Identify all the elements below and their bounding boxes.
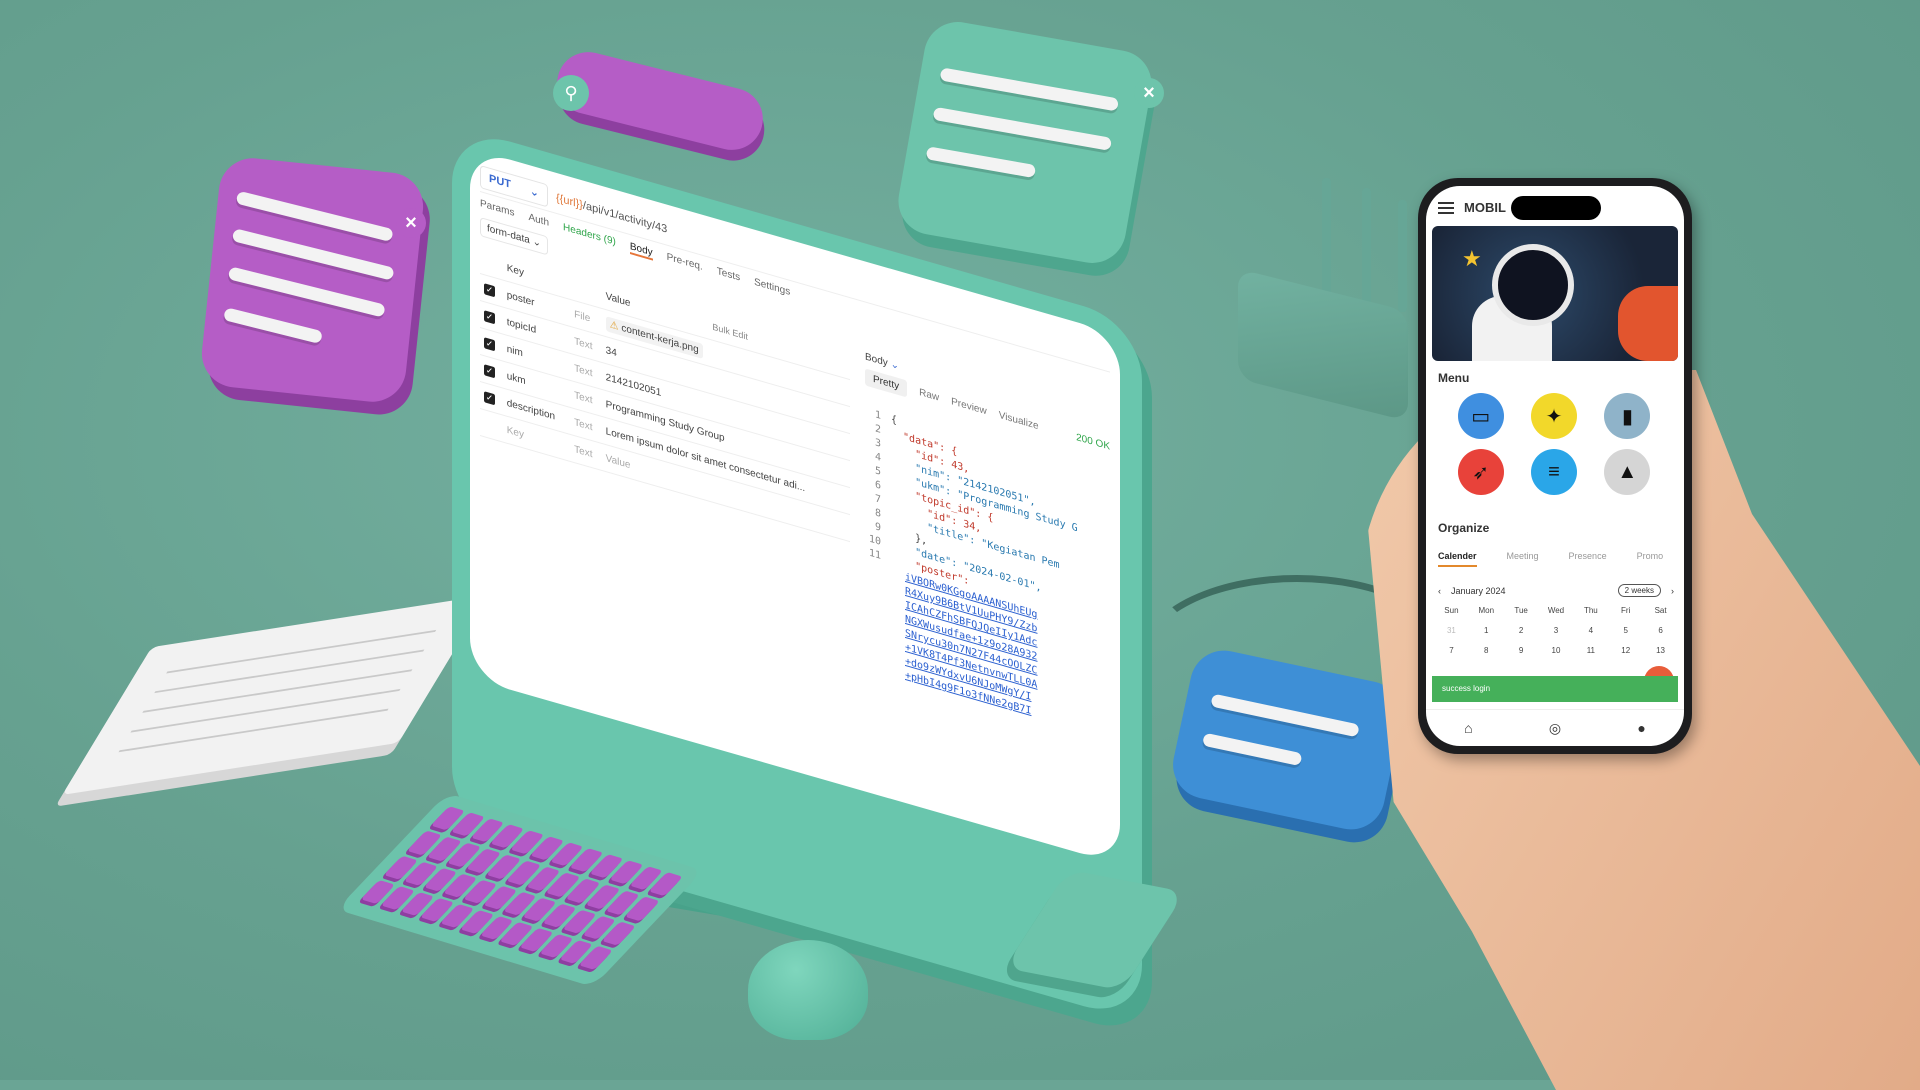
tab-visualize[interactable]: Visualize	[999, 410, 1039, 432]
sparkle-chart-icon[interactable]: ✦	[1530, 393, 1577, 439]
weekday-label: Thu	[1583, 606, 1598, 615]
monitor: PUT ⌄ {{url}}/api/v1/activity/43 Params …	[452, 125, 1142, 1023]
monitor-screen: PUT ⌄ {{url}}/api/v1/activity/43 Params …	[470, 148, 1120, 865]
app-title: MOBIL	[1464, 200, 1506, 215]
chevron-down-icon: ⌄	[890, 358, 899, 373]
organize-tabs: Calender Meeting Presence Promo	[1438, 551, 1663, 567]
router-antenna	[1398, 200, 1407, 312]
range-toggle[interactable]: 2 weeks	[1617, 584, 1661, 597]
weekday-label: Fri	[1621, 606, 1631, 615]
postman-app: PUT ⌄ {{url}}/api/v1/activity/43 Params …	[480, 161, 1110, 852]
chat-bubble-purple	[198, 154, 427, 406]
calendar-day[interactable]: 6	[1643, 626, 1678, 635]
weekday-label: Wed	[1547, 606, 1565, 615]
weekday-label: Tue	[1514, 606, 1528, 615]
tab-body[interactable]: Body	[629, 240, 653, 261]
person-icon[interactable]: ●	[1637, 720, 1645, 736]
router-antenna	[1362, 188, 1371, 308]
star-icon: ★	[1462, 246, 1482, 271]
row-checkbox[interactable]: ✓	[484, 282, 495, 297]
banner-image: ★	[1432, 226, 1678, 361]
calendar-day[interactable]: 10	[1539, 646, 1574, 655]
calendar-month: January 2024	[1451, 585, 1506, 596]
playlist-icon[interactable]: ≡	[1530, 449, 1577, 495]
calendar-header: ‹ January 2024 2 weeks ›	[1438, 584, 1674, 597]
app-bar: MOBIL	[1438, 200, 1506, 215]
chevron-down-icon: ⌄	[529, 184, 539, 200]
astronaut-helmet	[1492, 244, 1574, 326]
tab-tests[interactable]: Tests	[717, 266, 740, 286]
tab-preview[interactable]: Preview	[951, 396, 987, 417]
calendar-day[interactable]: 31	[1434, 626, 1469, 635]
tab-pre-req[interactable]: Pre-req.	[667, 252, 703, 275]
menu-grid: ▭ ✦ ▮ ➶ ≡ ▲	[1444, 393, 1664, 495]
tab-params[interactable]: Params	[480, 198, 514, 221]
calendar-day[interactable]: 3	[1539, 626, 1574, 635]
dynamic-island	[1511, 196, 1601, 220]
laptop-icon[interactable]: ▭	[1457, 393, 1504, 439]
row-checkbox[interactable]: ✓	[484, 336, 495, 351]
row-checkbox[interactable]: ✓	[484, 390, 495, 405]
calendar-day[interactable]: 9	[1504, 646, 1539, 655]
menu-title: Menu	[1438, 371, 1470, 385]
tab-raw[interactable]: Raw	[919, 387, 939, 404]
chevron-left-icon[interactable]: ‹	[1438, 586, 1441, 596]
row-checkbox[interactable]: ✓	[484, 363, 495, 378]
smartphone: MOBIL ★ Menu ▭ ✦ ▮ ➶ ≡ ▲ Organize Calend…	[1418, 178, 1692, 754]
search-icon: ⚲	[553, 75, 589, 111]
calendar-day[interactable]: 4	[1573, 626, 1608, 635]
row-checkbox[interactable]: ✓	[484, 309, 495, 324]
toast-message: success login	[1432, 676, 1678, 702]
phone-screen: MOBIL ★ Menu ▭ ✦ ▮ ➶ ≡ ▲ Organize Calend…	[1426, 186, 1684, 746]
mouse	[748, 940, 868, 1040]
close-icon: ×	[1134, 78, 1164, 108]
response-panel: Body ⌄ Pretty Raw Preview Visualize 200 …	[865, 351, 1110, 769]
weekday-label: Sun	[1444, 606, 1459, 615]
tab-auth[interactable]: Auth	[528, 212, 549, 231]
tab-settings[interactable]: Settings	[754, 277, 790, 300]
method-label: PUT	[489, 172, 511, 191]
calendar-day[interactable]: 2	[1504, 626, 1539, 635]
bottom-nav: ⌂ ◎ ●	[1426, 709, 1684, 746]
mountain-icon[interactable]: ▲	[1604, 449, 1651, 495]
planet-shape	[1618, 286, 1678, 361]
calendar-day[interactable]: 8	[1469, 646, 1504, 655]
home-icon[interactable]: ⌂	[1464, 720, 1472, 736]
tab-meeting[interactable]: Meeting	[1507, 551, 1539, 567]
calendar-day[interactable]: 5	[1608, 626, 1643, 635]
weekday-label: Sat	[1654, 606, 1667, 615]
response-label: Body	[865, 351, 888, 369]
tab-promo[interactable]: Promo	[1637, 551, 1664, 567]
chevron-down-icon: ⌄	[532, 236, 541, 250]
calendar-day[interactable]: 7	[1434, 646, 1469, 655]
url-variable: {{url}}	[556, 191, 583, 212]
organize-title: Organize	[1438, 521, 1490, 535]
tab-presence[interactable]: Presence	[1569, 551, 1607, 567]
tab-calender[interactable]: Calender	[1438, 551, 1477, 567]
book-icon[interactable]: ▮	[1604, 393, 1651, 439]
calendar-day[interactable]: 1	[1469, 626, 1504, 635]
calendar-grid: Sun Mon Tue Wed Thu Fri Sat 31 1 2 3 4 5…	[1434, 606, 1678, 655]
chevron-right-icon[interactable]: ›	[1671, 586, 1674, 596]
weekday-label: Mon	[1478, 606, 1495, 615]
response-code: 1{2 "data": {3 "id": 43, 4 "nim": "214210…	[865, 391, 1110, 769]
calendar-day[interactable]: 11	[1573, 646, 1608, 655]
router-antenna	[1322, 178, 1331, 303]
run-icon[interactable]: ➶	[1457, 449, 1504, 495]
calendar-day[interactable]: 13	[1643, 646, 1678, 655]
status-badge: 200 OK	[1076, 431, 1110, 453]
compass-icon[interactable]: ◎	[1549, 720, 1561, 737]
menu-icon[interactable]	[1438, 201, 1454, 214]
calendar-day[interactable]: 12	[1608, 646, 1643, 655]
close-icon: ×	[396, 208, 426, 238]
warning-icon: ⚠	[609, 318, 622, 334]
